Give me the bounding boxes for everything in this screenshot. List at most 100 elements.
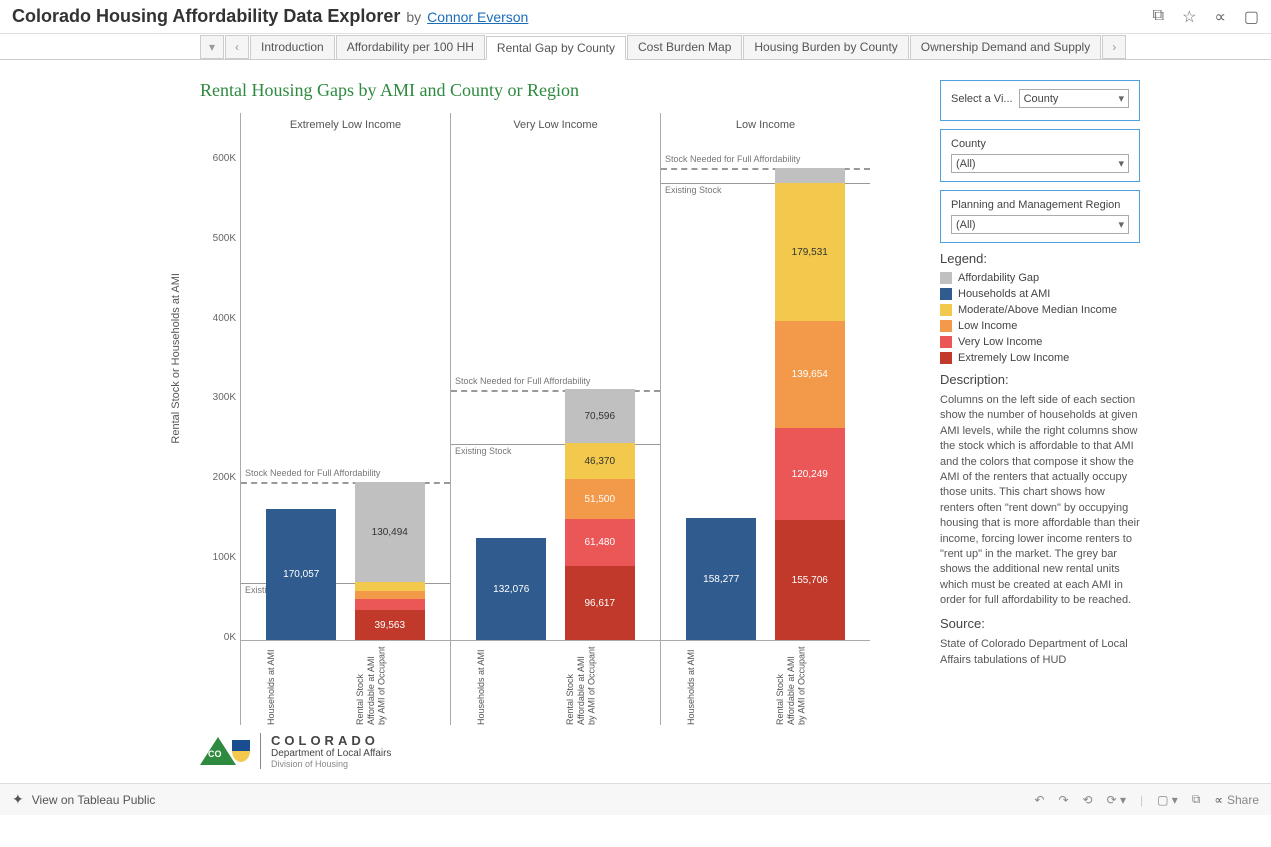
seg-low: 139,654 — [775, 321, 845, 428]
legend-label: Households at AMI — [958, 288, 1050, 300]
logo-colorado: COLORADO — [271, 733, 391, 748]
filter-county-select[interactable]: (All) — [951, 154, 1129, 173]
legend-header: Legend: — [940, 251, 1140, 266]
legend-item[interactable]: Extremely Low Income — [940, 352, 1140, 364]
legend-label: Low Income — [958, 320, 1017, 332]
seg-moderate — [355, 582, 425, 591]
panel-very-low-income: Very Low Income Stock Needed for Full Af… — [450, 113, 660, 725]
workbook-title: Colorado Housing Affordability Data Expl… — [12, 6, 400, 27]
xlabel-households: Households at AMI — [266, 645, 336, 725]
download-icon[interactable]: ⧉ — [1192, 792, 1201, 807]
replay-icon[interactable]: ⟲ — [1083, 793, 1093, 807]
panel-header: Low Income — [661, 113, 870, 141]
legend-item[interactable]: Low Income — [940, 320, 1140, 332]
legend-item[interactable]: Households at AMI — [940, 288, 1140, 300]
panel-header: Extremely Low Income — [241, 113, 450, 141]
seg-eli: 155,706 — [775, 520, 845, 640]
page-header: Colorado Housing Affordability Data Expl… — [0, 0, 1271, 34]
tab-ownership-demand-supply[interactable]: Ownership Demand and Supply — [910, 35, 1101, 59]
legend-label: Moderate/Above Median Income — [958, 304, 1117, 316]
seg-moderate: 179,531 — [775, 183, 845, 321]
bar-households[interactable]: 132,076 — [476, 140, 546, 640]
legend-swatch — [940, 352, 952, 364]
legend-label: Affordability Gap — [958, 272, 1039, 284]
seg-households: 170,057 — [266, 509, 336, 640]
legend-label: Extremely Low Income — [958, 352, 1069, 364]
seg-low — [355, 591, 425, 599]
tab-housing-burden-by-county[interactable]: Housing Burden by County — [743, 35, 908, 59]
seg-eli: 96,617 — [565, 566, 635, 640]
filter-region-box: Planning and Management Region (All) — [940, 190, 1140, 243]
comment-icon[interactable]: ▢ — [1244, 7, 1259, 27]
bar-households[interactable]: 170,057 — [266, 140, 336, 640]
chart-title: Rental Housing Gaps by AMI and County or… — [200, 80, 920, 101]
tab-affordability-per-100hh[interactable]: Affordability per 100 HH — [336, 35, 485, 59]
seg-very-low: 120,249 — [775, 428, 845, 520]
panel-low-income: Low Income Stock Needed for Full Afforda… — [660, 113, 870, 725]
seg-gap — [775, 168, 845, 183]
description-header: Description: — [940, 372, 1140, 387]
undo-icon[interactable]: ↶ — [1034, 793, 1044, 807]
favorite-icon[interactable]: ☆ — [1182, 7, 1196, 27]
bar-rental-stock[interactable]: 130,494 39,563 — [355, 140, 425, 640]
legend-swatch — [940, 288, 952, 300]
tab-dropdown-icon[interactable]: ▾ — [200, 35, 224, 59]
filter-region-label: Planning and Management Region — [951, 199, 1129, 211]
panel-header: Very Low Income — [451, 113, 660, 141]
tab-prev-icon[interactable]: ‹ — [225, 35, 249, 59]
tab-rental-gap-by-county[interactable]: Rental Gap by County — [486, 36, 626, 60]
by-label: by — [406, 9, 421, 25]
description-text: Columns on the left side of each section… — [940, 393, 1140, 608]
logo-row: COLORADO Department of Local Affairs Div… — [200, 733, 920, 769]
legend-swatch — [940, 336, 952, 348]
legend-swatch — [940, 272, 952, 284]
reset-icon[interactable]: ⟳ ▾ — [1107, 793, 1126, 807]
tableau-icon: ✦ — [12, 791, 24, 808]
xlabel-stock: Rental Stock Affordable at AMI by AMI of… — [355, 645, 425, 725]
xlabel-stock: Rental Stock Affordable at AMI by AMI of… — [775, 645, 845, 725]
xlabel-households: Households at AMI — [476, 645, 546, 725]
filter-view-box: Select a Vi... County — [940, 80, 1140, 121]
footer-toolbar: ✦ View on Tableau Public ↶ ↷ ⟲ ⟳ ▾ | ▢ ▾… — [0, 783, 1271, 815]
seg-households: 132,076 — [476, 538, 546, 640]
copy-icon[interactable]: ⧉ — [1153, 7, 1164, 27]
y-axis-ticks: 600K 500K 400K 300K 200K 100K 0K — [200, 113, 240, 643]
bar-rental-stock[interactable]: 179,531 139,654 120,249 155,706 — [775, 140, 845, 640]
seg-households: 158,277 — [686, 518, 756, 640]
seg-low: 51,500 — [565, 479, 635, 519]
bar-rental-stock[interactable]: 70,596 46,370 51,500 61,480 96,617 — [565, 140, 635, 640]
source-text: State of Colorado Department of Local Af… — [940, 637, 1140, 668]
share-button[interactable]: ∝ Share — [1214, 793, 1259, 807]
legend-swatch — [940, 320, 952, 332]
legend-item[interactable]: Very Low Income — [940, 336, 1140, 348]
tab-next-icon[interactable]: › — [1102, 35, 1126, 59]
legend-item[interactable]: Affordability Gap — [940, 272, 1140, 284]
seg-gap: 130,494 — [355, 482, 425, 582]
filter-county-label: County — [951, 138, 1129, 150]
panel-extremely-low-income: Extremely Low Income Stock Needed for Fu… — [240, 113, 450, 725]
logo-division: Division of Housing — [271, 759, 391, 769]
author-link[interactable]: Connor Everson — [427, 9, 528, 25]
view-on-tableau-button[interactable]: ✦ View on Tableau Public — [12, 791, 155, 808]
source-header: Source: — [940, 616, 1140, 631]
y-axis-label: Rental Stock or Households at AMI — [170, 273, 182, 444]
logo-dept: Department of Local Affairs — [271, 748, 391, 759]
bar-households[interactable]: 158,277 — [686, 140, 756, 640]
seg-moderate: 46,370 — [565, 443, 635, 479]
filter-view-select[interactable]: County — [1019, 89, 1129, 108]
dola-logo-icon — [200, 737, 250, 765]
xlabel-stock: Rental Stock Affordable at AMI by AMI of… — [565, 645, 635, 725]
filter-view-label: Select a Vi... — [951, 93, 1013, 105]
device-icon[interactable]: ▢ ▾ — [1157, 793, 1178, 807]
filter-region-select[interactable]: (All) — [951, 215, 1129, 234]
seg-very-low: 61,480 — [565, 519, 635, 566]
tab-cost-burden-map[interactable]: Cost Burden Map — [627, 35, 742, 59]
legend-item[interactable]: Moderate/Above Median Income — [940, 304, 1140, 316]
seg-eli: 39,563 — [355, 610, 425, 640]
filter-county-box: County (All) — [940, 129, 1140, 182]
xlabel-households: Households at AMI — [686, 645, 756, 725]
share-icon[interactable]: ∝ — [1214, 7, 1225, 27]
tab-introduction[interactable]: Introduction — [250, 35, 335, 59]
redo-icon[interactable]: ↷ — [1058, 793, 1068, 807]
legend-label: Very Low Income — [958, 336, 1042, 348]
